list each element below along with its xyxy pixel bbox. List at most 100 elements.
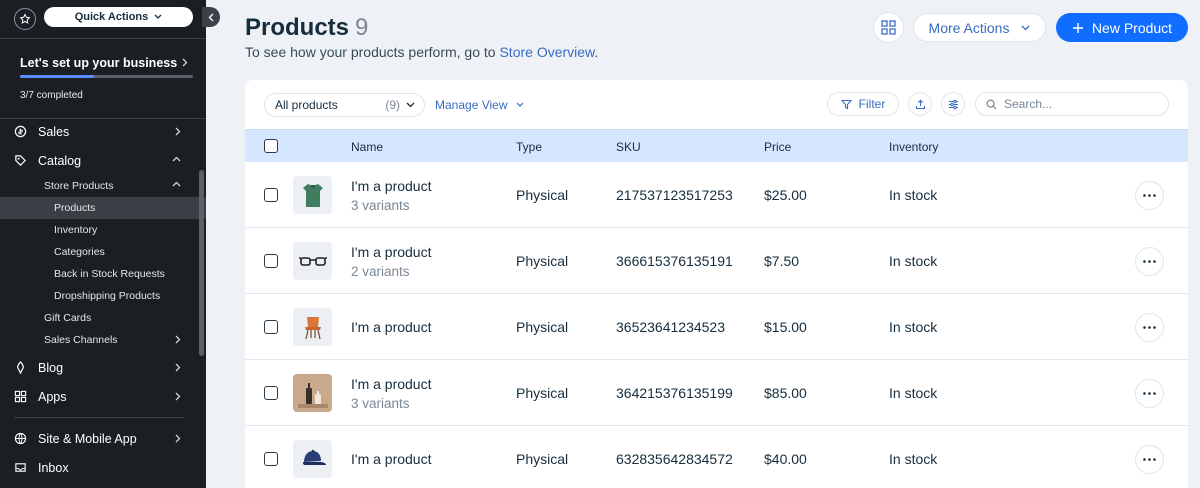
search-field[interactable] [975, 92, 1169, 116]
view-select-count: (9) [385, 98, 400, 112]
table-row[interactable]: I'm a product Physical 632835642834572 $… [245, 426, 1188, 488]
product-price: $7.50 [764, 253, 800, 269]
more-dots-icon [1143, 326, 1156, 329]
column-header-name[interactable]: Name [351, 140, 383, 154]
sidebar-item-products[interactable]: Products [0, 197, 206, 219]
product-price: $85.00 [764, 385, 807, 401]
table-row[interactable]: I'm a product 3 variants Physical 217537… [245, 162, 1188, 228]
product-sku: 217537123517253 [616, 187, 733, 203]
more-dots-icon [1143, 458, 1156, 461]
product-variants: 3 variants [351, 198, 410, 213]
product-name[interactable]: I'm a product [351, 376, 432, 392]
sidebar-item-label: Inventory [54, 224, 98, 236]
product-variants: 2 variants [351, 264, 410, 279]
sidebar-item-label: Apps [38, 389, 67, 404]
sidebar-scrollbar[interactable] [199, 170, 204, 356]
more-dots-icon [1143, 260, 1156, 263]
sidebar-item-site-mobile[interactable]: Site & Mobile App [0, 424, 206, 453]
chevron-left-icon [208, 13, 214, 21]
sidebar-item-label: Catalog [38, 153, 82, 168]
more-dots-icon [1143, 392, 1156, 395]
product-sku: 366615376135191 [616, 253, 733, 269]
row-checkbox[interactable] [264, 452, 278, 466]
chevron-right-icon [175, 127, 181, 136]
product-price: $40.00 [764, 451, 807, 467]
column-header-type[interactable]: Type [516, 140, 542, 154]
sidebar-item-label: Back in Stock Requests [54, 268, 165, 280]
row-actions-button[interactable] [1135, 181, 1164, 210]
search-input[interactable] [1004, 97, 1154, 111]
sidebar-item-label: Inbox [38, 460, 69, 475]
apps-icon [14, 390, 27, 403]
quick-actions-button[interactable]: Quick Actions [44, 7, 193, 27]
divider [14, 417, 184, 418]
chevron-right-icon [182, 58, 188, 67]
star-icon[interactable] [14, 8, 36, 30]
collapse-sidebar-button[interactable] [202, 7, 220, 27]
pen-icon [17, 361, 24, 374]
sidebar-item-catalog[interactable]: Catalog [0, 146, 206, 175]
sidebar-item-inbox[interactable]: Inbox [0, 453, 206, 482]
product-inventory: In stock [889, 253, 938, 269]
view-select[interactable]: All products (9) [264, 93, 425, 117]
product-price: $15.00 [764, 319, 807, 335]
sidebar-item-label: Products [54, 202, 96, 214]
sidebar-item-apps[interactable]: Apps [0, 382, 206, 411]
store-overview-link[interactable]: Store Overview [499, 44, 594, 60]
sidebar-item-sales-channels[interactable]: Sales Channels [0, 329, 206, 351]
dollar-icon [14, 125, 27, 138]
table-row[interactable]: I'm a product 3 variants Physical 364215… [245, 360, 1188, 426]
product-price: $25.00 [764, 187, 807, 203]
product-type: Physical [516, 319, 569, 335]
row-checkbox[interactable] [264, 386, 278, 400]
bottles-icon [293, 374, 332, 412]
filter-button[interactable]: Filter [827, 92, 899, 116]
row-checkbox[interactable] [264, 320, 278, 334]
row-actions-button[interactable] [1135, 247, 1164, 276]
product-name[interactable]: I'm a product [351, 319, 432, 335]
row-actions-button[interactable] [1135, 445, 1164, 474]
row-actions-button[interactable] [1135, 379, 1164, 408]
column-header-sku[interactable]: SKU [616, 140, 641, 154]
sidebar-item-inventory[interactable]: Inventory [0, 219, 206, 241]
sidebar-item-back-in-stock[interactable]: Back in Stock Requests [0, 263, 206, 285]
layout-grid-icon [881, 20, 896, 35]
product-name[interactable]: I'm a product [351, 178, 432, 194]
row-actions-button[interactable] [1135, 313, 1164, 342]
sidebar: Quick Actions Let's set up your business… [0, 0, 206, 488]
sidebar-item-label: Site & Mobile App [38, 431, 137, 446]
sidebar-item-sales[interactable]: Sales [0, 117, 206, 146]
column-header-price[interactable]: Price [764, 140, 791, 154]
sidebar-item-blog[interactable]: Blog [0, 353, 206, 382]
row-checkbox[interactable] [264, 254, 278, 268]
tag-icon [15, 155, 26, 166]
export-button[interactable] [908, 92, 932, 116]
sidebar-item-store-products[interactable]: Store Products [0, 175, 206, 197]
settings-sliders-icon [948, 99, 958, 109]
product-type: Physical [516, 187, 569, 203]
more-actions-button[interactable]: More Actions [913, 13, 1046, 42]
product-name[interactable]: I'm a product [351, 451, 432, 467]
product-type: Physical [516, 451, 569, 467]
layout-toggle-button[interactable] [874, 13, 903, 42]
sidebar-item-gift-cards[interactable]: Gift Cards [0, 307, 206, 329]
sidebar-item-dropshipping[interactable]: Dropshipping Products [0, 285, 206, 307]
sidebar-item-categories[interactable]: Categories [0, 241, 206, 263]
product-name[interactable]: I'm a product [351, 244, 432, 260]
page-title: Products 9 [245, 14, 368, 42]
select-all-checkbox[interactable] [264, 139, 278, 153]
chair-icon [293, 308, 332, 346]
table-toolbar: All products (9) Manage View Filter [245, 80, 1188, 129]
chevron-down-icon [1022, 25, 1030, 30]
table-row[interactable]: I'm a product 2 variants Physical 366615… [245, 228, 1188, 294]
setup-card[interactable]: Let's set up your business [0, 39, 206, 119]
columns-settings-button[interactable] [941, 92, 965, 116]
new-product-button[interactable]: New Product [1056, 13, 1188, 42]
column-header-inventory[interactable]: Inventory [889, 140, 938, 154]
chevron-down-icon [516, 102, 523, 107]
manage-view-button[interactable]: Manage View [435, 98, 524, 112]
chevron-right-icon [175, 363, 181, 372]
row-checkbox[interactable] [264, 188, 278, 202]
page-subtitle: To see how your products perform, go to … [245, 44, 598, 60]
table-row[interactable]: I'm a product Physical 36523641234523 $1… [245, 294, 1188, 360]
